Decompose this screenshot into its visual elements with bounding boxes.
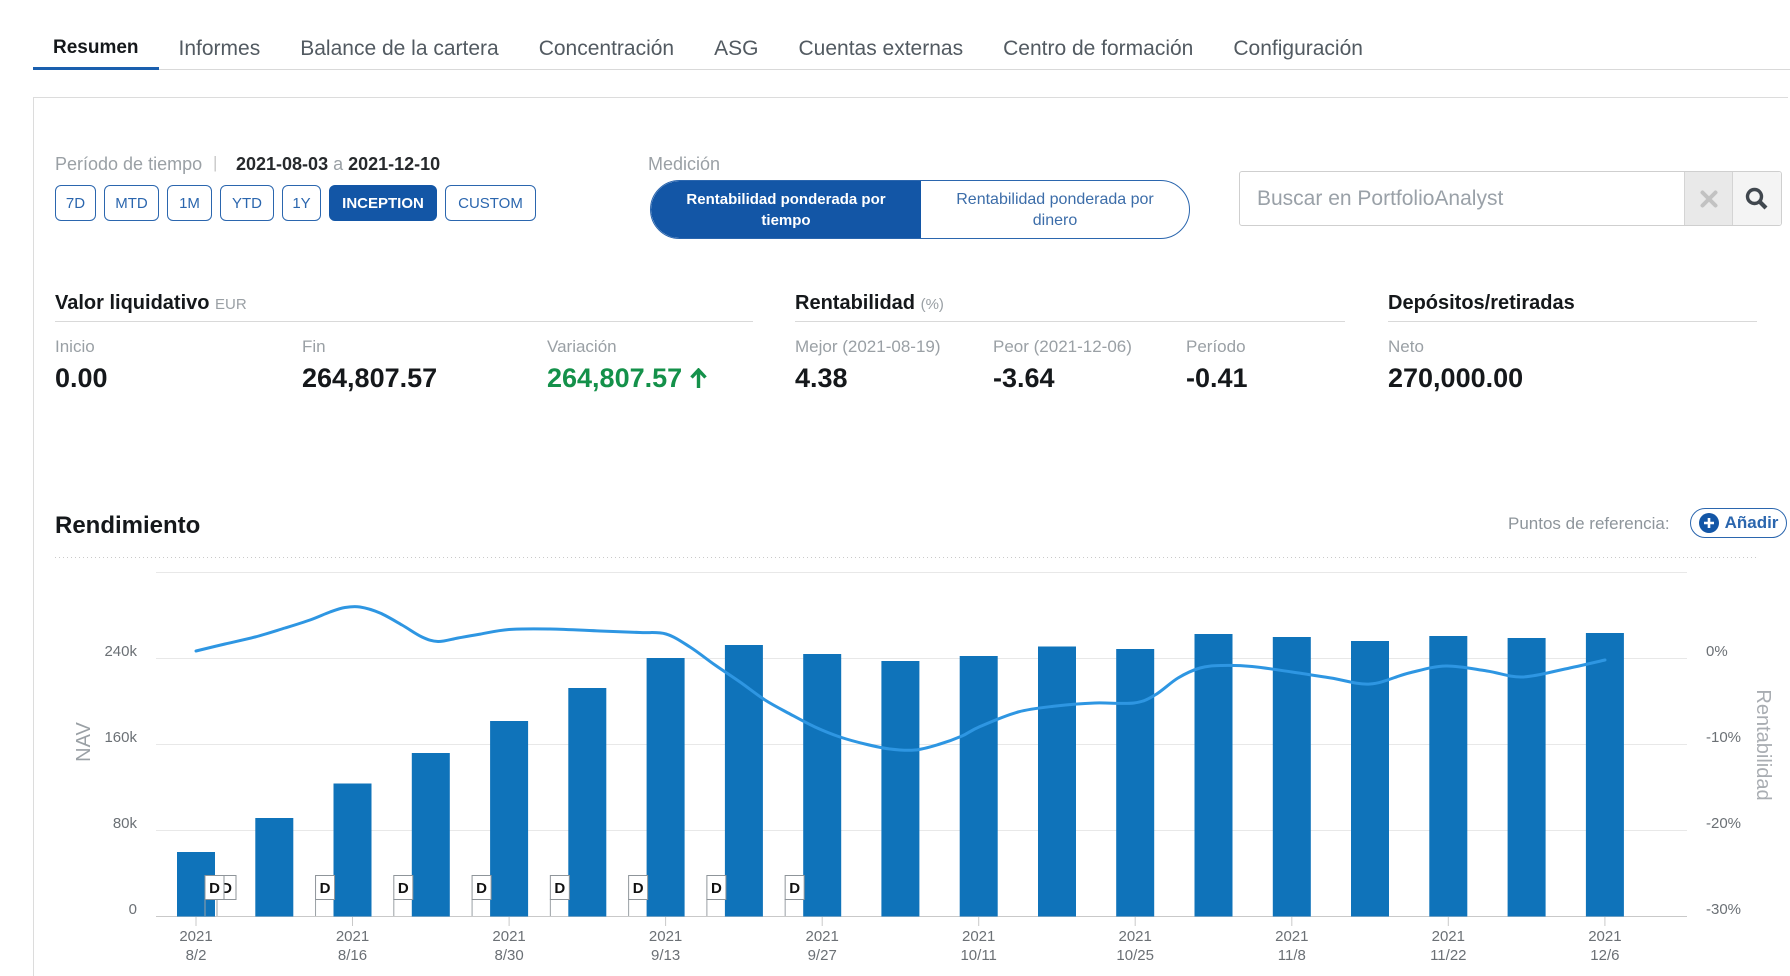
svg-text:9/13: 9/13 bbox=[651, 947, 680, 964]
svg-text:D: D bbox=[476, 880, 487, 897]
svg-text:11/8: 11/8 bbox=[1278, 947, 1306, 964]
svg-text:2021: 2021 bbox=[1432, 928, 1465, 945]
svg-text:0%: 0% bbox=[1706, 643, 1728, 660]
svg-text:8/16: 8/16 bbox=[338, 947, 367, 964]
svg-text:10/11: 10/11 bbox=[960, 947, 996, 964]
svg-text:D: D bbox=[633, 880, 644, 897]
svg-text:D: D bbox=[789, 880, 800, 897]
svg-text:D: D bbox=[398, 880, 409, 897]
svg-text:0: 0 bbox=[129, 901, 137, 918]
svg-text:8/30: 8/30 bbox=[494, 947, 523, 964]
svg-text:240k: 240k bbox=[104, 643, 137, 660]
svg-text:D: D bbox=[554, 880, 565, 897]
svg-text:-10%: -10% bbox=[1706, 729, 1741, 746]
svg-text:2021: 2021 bbox=[649, 928, 682, 945]
svg-text:NAV: NAV bbox=[73, 722, 95, 762]
svg-text:D: D bbox=[320, 880, 331, 897]
svg-text:12/6: 12/6 bbox=[1590, 947, 1619, 964]
svg-text:9/27: 9/27 bbox=[808, 947, 837, 964]
svg-text:160k: 160k bbox=[104, 729, 137, 746]
svg-text:2021: 2021 bbox=[1275, 928, 1308, 945]
svg-text:8/2: 8/2 bbox=[186, 947, 207, 964]
svg-text:11/22: 11/22 bbox=[1430, 947, 1466, 964]
svg-text:2021: 2021 bbox=[179, 928, 212, 945]
svg-text:2021: 2021 bbox=[1119, 928, 1152, 945]
svg-text:-30%: -30% bbox=[1706, 901, 1741, 918]
svg-text:D: D bbox=[711, 880, 722, 897]
svg-text:D: D bbox=[209, 880, 220, 897]
svg-text:2021: 2021 bbox=[492, 928, 525, 945]
svg-text:2021: 2021 bbox=[336, 928, 369, 945]
svg-text:10/25: 10/25 bbox=[1116, 947, 1154, 964]
svg-text:Rentabilidad: Rentabilidad bbox=[1752, 689, 1774, 800]
svg-text:2021: 2021 bbox=[1588, 928, 1621, 945]
svg-text:-20%: -20% bbox=[1706, 815, 1741, 832]
svg-text:2021: 2021 bbox=[962, 928, 995, 945]
svg-text:80k: 80k bbox=[113, 815, 138, 832]
svg-text:2021: 2021 bbox=[806, 928, 839, 945]
